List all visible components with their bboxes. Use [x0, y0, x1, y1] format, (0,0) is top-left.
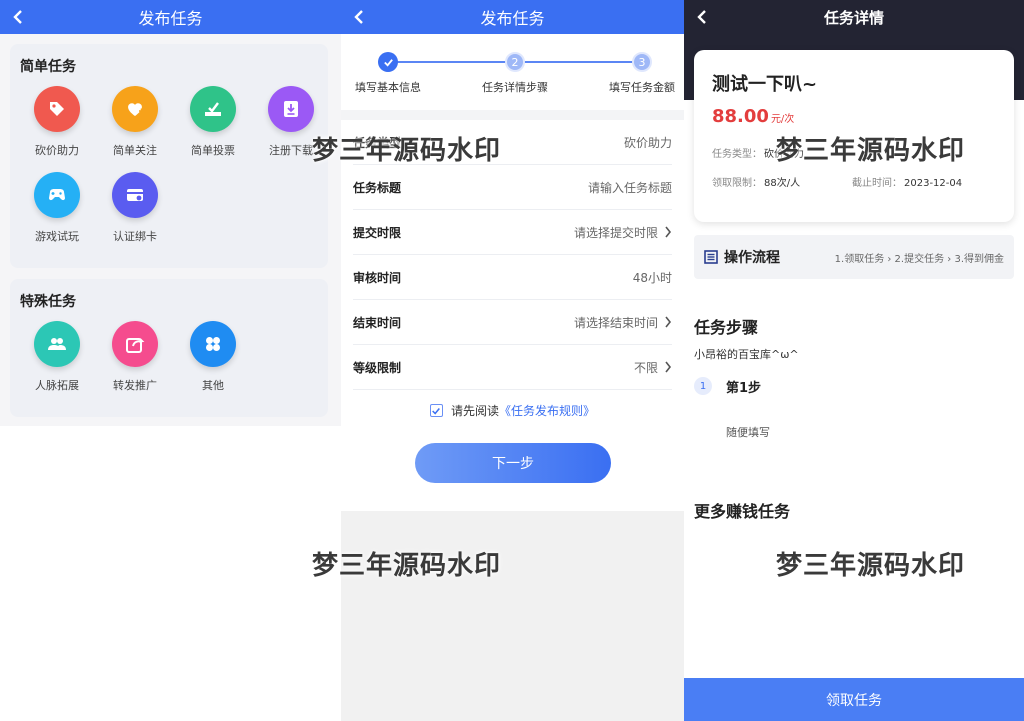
chevron-right-icon	[665, 316, 672, 328]
list-icon	[704, 250, 718, 264]
task-type-share[interactable]: 转发推广	[96, 321, 174, 393]
form-value[interactable]: 48小时	[633, 269, 672, 286]
check-icon	[432, 407, 441, 415]
section-title: 简单任务	[20, 59, 76, 75]
task-type-tag[interactable]: 砍价助力	[18, 86, 96, 158]
simple-task-grid: 砍价助力 简单关注 简单投票 注册下载游戏试玩 认证绑卡	[10, 76, 328, 244]
back-button[interactable]	[692, 7, 712, 27]
step-name: 第1步	[726, 381, 762, 396]
check-icon	[378, 52, 398, 72]
top-bar: 发布任务	[0, 0, 341, 34]
card-link-icon	[112, 172, 158, 218]
form-value[interactable]: 砍价助力	[624, 134, 672, 151]
task-type-label: 转发推广	[113, 379, 157, 392]
watermark: 梦三年源码水印	[312, 136, 502, 166]
divider	[341, 110, 684, 120]
section-title: 特殊任务	[20, 294, 76, 310]
task-type-label: 认证绑卡	[113, 230, 157, 243]
chevron-left-icon	[697, 10, 706, 24]
tag-icon	[34, 86, 80, 132]
task-type-heart-plus[interactable]: 简单关注	[96, 86, 174, 158]
agreement: 请先阅读 《任务发布规则》	[341, 402, 684, 419]
step-number: 1	[694, 377, 712, 395]
form-value[interactable]: 请选择提交时限	[574, 224, 672, 241]
task-type-vote[interactable]: 简单投票	[174, 86, 252, 158]
agree-text: 请先阅读	[450, 404, 499, 418]
form-label: 等级限制	[353, 360, 402, 375]
task-detail-screen: 任务详情 测试一下叭~ 88.00 元/次 任务类型： 砍价助力 领取限制： 88次/…	[684, 0, 1024, 721]
step-1: 填写基本信息	[355, 52, 421, 95]
back-button[interactable]	[8, 7, 28, 27]
claim-task-button[interactable]: 领取任务	[684, 678, 1024, 721]
task-type-label: 其他	[202, 379, 224, 392]
rules-link[interactable]: 《任务发布规则》	[499, 402, 595, 419]
task-type-label: 游戏试玩	[35, 230, 79, 243]
special-task-grid: 人脉拓展 转发推广 其他	[10, 311, 328, 393]
publish-task-screen: 发布任务 简单任务 砍价助力 简单关注 简单投票 注册下载游戏试玩 认证绑卡 特殊任务 …	[0, 0, 341, 721]
download-icon	[268, 86, 314, 132]
form-row[interactable]: 任务标题 请输入任务标题	[353, 165, 672, 210]
top-bar: 任务详情	[684, 0, 1024, 34]
task-type-label: 注册下载	[269, 144, 313, 157]
chevron-right-icon	[665, 361, 672, 373]
steps-title: 任务步骤	[694, 318, 759, 337]
special-task-card: 特殊任务 人脉拓展 转发推广 其他	[10, 279, 328, 417]
flow-steps: 1.领取任务 › 2.提交任务 › 3.得到佣金	[834, 253, 1004, 265]
next-step-button[interactable]: 下一步	[415, 443, 611, 483]
task-type-clover[interactable]: 其他	[174, 321, 252, 393]
task-type-label: 砍价助力	[35, 144, 79, 157]
simple-task-card: 简单任务 砍价助力 简单关注 简单投票 注册下载游戏试玩 认证绑卡	[10, 44, 328, 268]
heart-plus-icon	[112, 86, 158, 132]
gamepad-icon	[34, 172, 80, 218]
blank-area	[341, 511, 684, 721]
share-icon	[112, 321, 158, 367]
form-value[interactable]: 请选择结束时间	[574, 314, 672, 331]
publish-form-screen: 发布任务 填写基本信息 2 任务详情步骤 3 填写任务金额 任务类型 砍价助力 任务…	[341, 0, 684, 721]
watermark: 梦三年源码水印	[776, 136, 966, 166]
form-row[interactable]: 审核时间 48小时	[353, 255, 672, 300]
clover-icon	[190, 321, 236, 367]
vote-icon	[190, 86, 236, 132]
publisher-name: 小昂裕的百宝库^ω^	[694, 348, 799, 361]
form-label: 任务标题	[353, 180, 402, 195]
form-row[interactable]: 提交时限 请选择提交时限	[353, 210, 672, 255]
blank-area	[0, 426, 341, 721]
task-price: 88.00 元/次	[712, 106, 795, 127]
chevron-right-icon	[665, 226, 672, 238]
watermark: 梦三年源码水印	[312, 551, 502, 581]
form-value[interactable]: 不限	[634, 359, 672, 376]
task-type-label: 简单关注	[113, 144, 157, 157]
step-3: 3 填写任务金额	[609, 52, 675, 95]
form-row[interactable]: 等级限制 不限	[353, 345, 672, 390]
task-type-card-link[interactable]: 认证绑卡	[96, 172, 174, 244]
task-meta: 领取限制： 88次/人 截止时间： 2023-12-04	[712, 178, 963, 189]
watermark: 梦三年源码水印	[776, 551, 966, 581]
operation-flow: 操作流程 1.领取任务 › 2.提交任务 › 3.得到佣金	[694, 235, 1014, 279]
flow-title: 操作流程	[724, 250, 780, 266]
form-value[interactable]: 请输入任务标题	[588, 179, 672, 196]
form-label: 结束时间	[353, 315, 402, 330]
form-row[interactable]: 结束时间 请选择结束时间	[353, 300, 672, 345]
page-title: 发布任务	[138, 9, 203, 28]
page-title: 任务详情	[823, 8, 884, 27]
progress-steps: 填写基本信息 2 任务详情步骤 3 填写任务金额	[341, 0, 684, 94]
task-type-people[interactable]: 人脉拓展	[18, 321, 96, 393]
more-tasks-title: 更多赚钱任务	[694, 502, 791, 521]
task-type-label: 人脉拓展	[35, 379, 79, 392]
people-icon	[34, 321, 80, 367]
task-title: 测试一下叭~	[712, 74, 818, 95]
task-type-gamepad[interactable]: 游戏试玩	[18, 172, 96, 244]
step-description: 随便填写	[726, 426, 770, 439]
task-type-label: 简单投票	[191, 144, 235, 157]
form-label: 审核时间	[353, 270, 402, 285]
chevron-left-icon	[13, 10, 22, 24]
agree-checkbox[interactable]	[429, 404, 443, 417]
form-label: 提交时限	[353, 225, 402, 240]
step-2: 2 任务详情步骤	[482, 52, 548, 95]
